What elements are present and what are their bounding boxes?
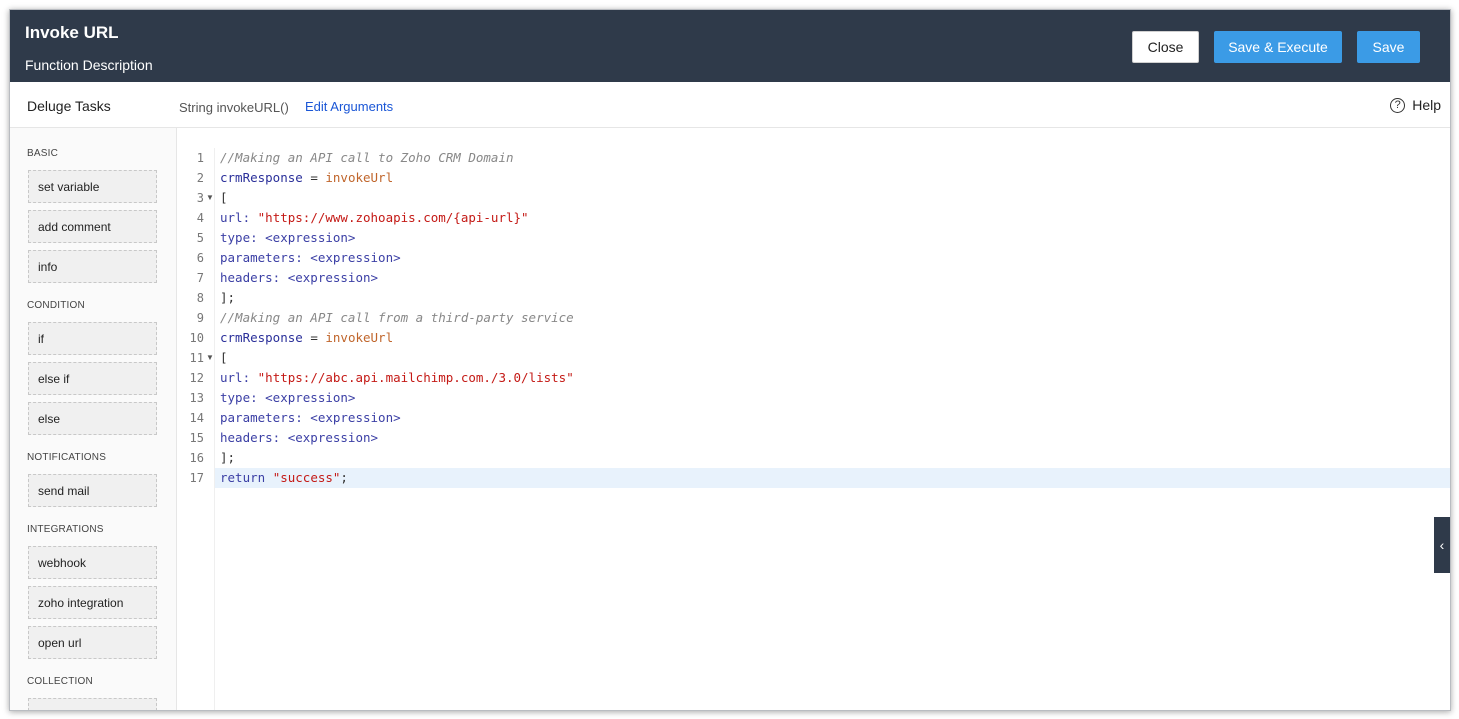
code-comment: //Making an API call from a third-party … (220, 310, 574, 325)
code-key: headers: <expression> (220, 270, 379, 285)
invoke-url-window: Invoke URL Function Description Close Sa… (9, 9, 1451, 711)
code-line-16: ]; (220, 448, 1450, 468)
code-function: invokeUrl (325, 170, 394, 185)
line-number: 3 (196, 191, 204, 205)
code-string: "https://abc.api.mailchimp.com./3.0/list… (257, 370, 574, 385)
code-variable: crmResponse (220, 170, 303, 185)
code-operator: = (302, 330, 326, 345)
code-text-area[interactable]: //Making an API call to Zoho CRM Domain … (214, 148, 1450, 710)
code-line-8: ]; (220, 288, 1450, 308)
code-line-12: url: "https://abc.api.mailchimp.com./3.0… (220, 368, 1450, 388)
code-key: type: <expression> (220, 230, 356, 245)
code-line-10: crmResponse = invokeUrl (220, 328, 1450, 348)
task-send-mail[interactable]: send mail (28, 474, 157, 507)
collapse-panel-button[interactable]: ‹ (1434, 517, 1450, 573)
code-keyword: return (220, 470, 273, 485)
line-number: 10 (189, 331, 204, 345)
close-button[interactable]: Close (1132, 31, 1199, 63)
function-description[interactable]: Function Description (25, 57, 153, 73)
code-key: headers: <expression> (220, 430, 379, 445)
code-line-7: headers: <expression> (220, 268, 1450, 288)
code-operator: = (302, 170, 326, 185)
task-info[interactable]: info (28, 250, 157, 283)
line-number: 11 (189, 351, 204, 365)
code-key: parameters: <expression> (220, 250, 401, 265)
help-icon: ? (1390, 97, 1406, 113)
task-else[interactable]: else (28, 402, 157, 435)
code-comment: //Making an API call to Zoho CRM Domain (220, 150, 514, 165)
line-number: 15 (189, 431, 204, 445)
code-string: "success" (272, 470, 341, 485)
code-bracket: [ (220, 350, 228, 365)
line-number: 4 (196, 211, 204, 225)
code-key: url: (220, 370, 258, 385)
line-number: 5 (196, 231, 204, 245)
save-button[interactable]: Save (1357, 31, 1420, 63)
line-number: 8 (196, 291, 204, 305)
code-key: url: (220, 210, 258, 225)
task-add-comment[interactable]: add comment (28, 210, 157, 243)
line-number: 16 (189, 451, 204, 465)
code-bracket: ]; (220, 450, 236, 465)
code-line-1: //Making an API call to Zoho CRM Domain (220, 148, 1450, 168)
page-title: Invoke URL (25, 23, 119, 42)
code-line-14: parameters: <expression> (220, 408, 1450, 428)
line-number: 7 (196, 271, 204, 285)
task-open-url[interactable]: open url (28, 626, 157, 659)
section-basic: BASIC (27, 148, 59, 159)
save-execute-button[interactable]: Save & Execute (1214, 31, 1342, 63)
line-number: 12 (189, 371, 204, 385)
header-bar: Invoke URL Function Description Close Sa… (10, 10, 1450, 82)
code-function: invokeUrl (325, 330, 394, 345)
section-collection: COLLECTION (27, 676, 93, 687)
code-string: "https://www.zohoapis.com/{api-url}" (257, 210, 529, 225)
function-signature: String invokeURL() (179, 100, 289, 115)
section-notifications: NOTIFICATIONS (27, 452, 107, 463)
deluge-tasks-sidebar: BASIC set variable add comment info COND… (10, 128, 177, 710)
code-key: type: <expression> (220, 390, 356, 405)
chevron-left-icon: ‹ (1439, 537, 1445, 553)
section-condition: CONDITION (27, 300, 85, 311)
code-line-5: type: <expression> (220, 228, 1450, 248)
line-number: 2 (196, 171, 204, 185)
task-webhook[interactable]: webhook (28, 546, 157, 579)
section-integrations: INTEGRATIONS (27, 524, 104, 535)
task-if[interactable]: if (28, 322, 157, 355)
line-number: 9 (196, 311, 204, 325)
code-semicolon: ; (340, 470, 348, 485)
code-line-11: [ (220, 348, 1450, 368)
fold-arrow-icon[interactable]: ▼ (206, 348, 214, 368)
deluge-tasks-heading: Deluge Tasks (27, 98, 111, 114)
task-set-variable[interactable]: set variable (28, 170, 157, 203)
code-line-3: [ (220, 188, 1450, 208)
code-bracket: ]; (220, 290, 236, 305)
editor-toolbar: Deluge Tasks String invokeURL() Edit Arg… (10, 82, 1450, 128)
line-number-gutter: 1 2 3 ▼ 4 5 6 7 8 9 10 11 ▼ 12 13 14 15 … (177, 148, 214, 710)
code-editor[interactable]: 1 2 3 ▼ 4 5 6 7 8 9 10 11 ▼ 12 13 14 15 … (177, 128, 1450, 710)
help-button[interactable]: ? Help (1390, 97, 1441, 113)
code-line-6: parameters: <expression> (220, 248, 1450, 268)
line-number: 14 (189, 411, 204, 425)
code-line-15: headers: <expression> (220, 428, 1450, 448)
code-line-4: url: "https://www.zohoapis.com/{api-url}… (220, 208, 1450, 228)
line-number: 13 (189, 391, 204, 405)
code-variable: crmResponse (220, 330, 303, 345)
line-number: 6 (196, 251, 204, 265)
task-else-if[interactable]: else if (28, 362, 157, 395)
edit-arguments-link[interactable]: Edit Arguments (305, 99, 393, 114)
code-line-9: //Making an API call from a third-party … (220, 308, 1450, 328)
code-line-17: return "success"; (220, 468, 1450, 488)
code-line-13: type: <expression> (220, 388, 1450, 408)
code-bracket: [ (220, 190, 228, 205)
line-number: 1 (196, 151, 204, 165)
task-collection-item[interactable] (28, 698, 157, 710)
line-number: 17 (189, 471, 204, 485)
task-zoho-integration[interactable]: zoho integration (28, 586, 157, 619)
fold-arrow-icon[interactable]: ▼ (206, 188, 214, 208)
code-key: parameters: <expression> (220, 410, 401, 425)
code-line-2: crmResponse = invokeUrl (220, 168, 1450, 188)
help-label: Help (1412, 97, 1441, 113)
